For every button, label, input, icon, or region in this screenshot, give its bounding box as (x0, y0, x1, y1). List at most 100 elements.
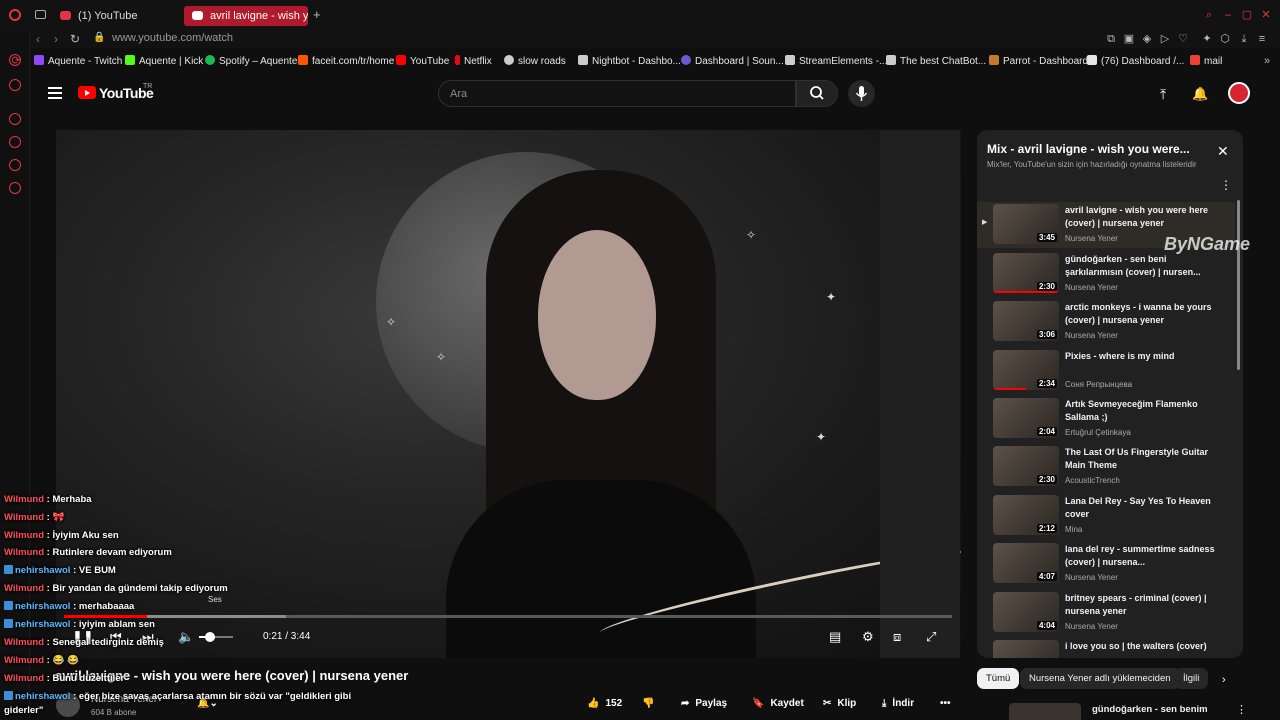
bookmark-item[interactable]: Nightbot - Dashbo... (578, 55, 681, 67)
search-box[interactable] (438, 80, 796, 107)
search-button[interactable] (796, 80, 838, 107)
playlist-item-title[interactable]: Lana Del Rey - Say Yes To Heaven cover (1065, 495, 1215, 522)
video-thumbnail[interactable]: 2:30 (993, 446, 1059, 486)
download-button[interactable]: ⤓ İndir (882, 694, 914, 713)
youtube-logo-icon[interactable] (78, 86, 96, 99)
video-thumbnail[interactable]: 2:12 (993, 495, 1059, 535)
playlist-item-title[interactable]: lana del rey - summertime sadness (cover… (1065, 543, 1215, 570)
minimize-icon[interactable]: – (1222, 9, 1234, 21)
close-window-icon[interactable]: ✕ (1260, 9, 1272, 21)
clip-button[interactable]: ✂ Klip (823, 694, 856, 713)
playlist-title[interactable]: Mix - avril lavigne - wish you were... (987, 142, 1207, 156)
menu-icon[interactable]: ≡ (1256, 33, 1268, 45)
dislike-button[interactable]: 👎 (642, 694, 660, 713)
history-icon[interactable] (9, 136, 21, 148)
bookmark-item[interactable]: mail (1190, 55, 1222, 67)
bookmark-item[interactable]: Netflix (455, 55, 492, 67)
subtitles-icon[interactable]: ▤ (829, 629, 841, 645)
recommended-thumbnail[interactable] (1009, 703, 1081, 720)
video-thumbnail[interactable]: 2:30 (993, 253, 1059, 293)
more-actions-icon[interactable]: ••• (940, 694, 951, 713)
bookmark-item[interactable]: slow roads (504, 55, 566, 67)
sidebar-feed-icon[interactable] (9, 113, 21, 125)
playlist-item-title[interactable]: The Last Of Us Fingerstyle Guitar Main T… (1065, 446, 1215, 473)
tab-youtube[interactable]: (1) YouTube (52, 6, 180, 26)
tab-overview-icon[interactable] (35, 10, 46, 19)
playlist-item-title[interactable]: Artık Sevmeyeceğim Flamenko Sallama ;) (1065, 398, 1215, 425)
opera-logo-icon[interactable] (9, 9, 21, 21)
video-thumbnail[interactable]: 3:45 (993, 204, 1059, 244)
bookmark-item[interactable]: Aquente - Twitch (34, 55, 122, 67)
more-vert-icon[interactable]: ⋮ (1220, 178, 1232, 192)
close-icon[interactable]: ✕ (1217, 143, 1229, 160)
search-input[interactable] (439, 81, 795, 106)
fullscreen-icon[interactable]: ⤢ (926, 629, 936, 645)
bookmarks-icon[interactable] (9, 159, 21, 171)
download-manager-icon[interactable]: ⤓ (1238, 33, 1250, 45)
settings-icon[interactable] (9, 182, 21, 194)
video-thumbnail[interactable] (993, 640, 1059, 658)
voice-search-button[interactable] (848, 80, 875, 107)
forward-icon[interactable]: › (54, 32, 58, 46)
reload-icon[interactable]: ↻ (70, 32, 80, 46)
bookmark-item[interactable]: Dashboard | Soun... (681, 55, 784, 67)
playlist-item-title[interactable]: Pixies - where is my mind (1065, 350, 1215, 377)
playlist-item[interactable]: 4:04 britney spears - criminal (cover) | … (977, 590, 1235, 636)
bookmark-item[interactable]: StreamElements -... (785, 55, 887, 67)
bookmark-item[interactable]: The best ChatBot... (886, 55, 986, 67)
chip-all[interactable]: Tümü (977, 668, 1020, 689)
snapshot-icon[interactable]: ⧉ (1105, 33, 1117, 45)
like-button[interactable]: 👍 152 (587, 694, 622, 713)
shield-icon[interactable]: ◈ (1141, 33, 1153, 45)
playlist-item-title[interactable]: gündoğarken - sen beni şarkılarımısın (c… (1065, 253, 1215, 280)
playlist-item[interactable]: 2:30 gündoğarken - sen beni şarkılarımısı… (977, 251, 1235, 297)
video-thumbnail[interactable]: 3:06 (993, 301, 1059, 341)
playlist-item-title[interactable]: britney spears - criminal (cover) | nurs… (1065, 592, 1215, 619)
settings-gear-icon[interactable]: ⚙ (862, 629, 874, 645)
heart-icon[interactable]: ♡ (1177, 33, 1189, 45)
upload-icon[interactable]: ⤒ (1160, 86, 1166, 103)
url-field[interactable]: www.youtube.com/watch (112, 32, 233, 44)
hamburger-menu-icon[interactable] (48, 87, 62, 99)
tab-current-video[interactable]: avril lavigne - wish you (184, 6, 308, 26)
playlist-item[interactable]: i love you so | the walters (cover) (977, 638, 1235, 658)
playlist-item-title[interactable]: avril lavigne - wish you were here (cove… (1065, 204, 1215, 231)
new-tab-button[interactable]: + (313, 7, 321, 22)
playlist-item[interactable]: 2:04 Artık Sevmeyeceğim Flamenko Sallama … (977, 396, 1235, 442)
video-thumbnail[interactable]: 4:04 (993, 592, 1059, 632)
extensions-icon[interactable]: ✦ (1201, 33, 1213, 45)
video-thumbnail[interactable]: 4:07 (993, 543, 1059, 583)
video-thumbnail[interactable]: 2:34 (993, 350, 1059, 390)
bookmarks-overflow-icon[interactable]: » (1261, 55, 1273, 67)
bookmark-item[interactable]: Aquente | Kick (125, 55, 203, 67)
playlist-item[interactable]: 4:07 lana del rey - summertime sadness (c… (977, 541, 1235, 587)
playlist-scrollbar[interactable] (1237, 200, 1240, 370)
notifications-bell-icon[interactable]: 🔔 (1192, 86, 1208, 102)
recommended-title[interactable]: gündoğarken - sen benim (1092, 704, 1208, 715)
chevron-right-icon[interactable]: › (1222, 674, 1226, 686)
playlist-item[interactable]: 2:30 The Last Of Us Fingerstyle Guitar Ma… (977, 444, 1235, 490)
player-icon[interactable]: ▷ (1159, 33, 1171, 45)
search-tabs-icon[interactable]: ⌕ (1203, 9, 1215, 21)
playlist-item-title[interactable]: i love you so | the walters (cover) (1065, 640, 1215, 658)
playlist-item-title[interactable]: arctic monkeys - i wanna be yours (cover… (1065, 301, 1215, 328)
playlist-item[interactable]: 3:06 arctic monkeys - i wanna be yours (c… (977, 299, 1235, 345)
playlist-item[interactable]: 2:12 Lana Del Rey - Say Yes To Heaven cov… (977, 493, 1235, 539)
more-vert-icon[interactable]: ⋮ (1236, 703, 1247, 716)
bookmark-item[interactable]: YouTube (396, 55, 449, 67)
sidebar-app-icon[interactable] (9, 79, 21, 91)
bookmark-item[interactable]: Spotify – Aquente (205, 55, 297, 67)
chip-uploader[interactable]: Nursena Yener adlı yüklemeciden (1020, 668, 1180, 689)
miniplayer-icon[interactable]: ⧈ (893, 629, 901, 645)
bookmark-item[interactable]: (76) Dashboard /... (1087, 55, 1184, 67)
video-thumbnail[interactable]: 2:04 (993, 398, 1059, 438)
maximize-icon[interactable]: ▢ (1241, 9, 1253, 21)
chip-related[interactable]: İlgili (1174, 668, 1209, 689)
bookmark-item[interactable]: Parrot - Dashboard (989, 55, 1088, 67)
save-button[interactable]: 🔖 Kaydet (752, 694, 804, 713)
extension-icon[interactable]: ▣ (1123, 33, 1135, 45)
back-icon[interactable]: ‹ (36, 32, 40, 46)
account-avatar[interactable] (1228, 82, 1250, 104)
playlist-item[interactable]: 2:34 Pixies - where is my mind Соня Репрын… (977, 348, 1235, 394)
cube-icon[interactable]: ⬡ (1219, 33, 1231, 45)
